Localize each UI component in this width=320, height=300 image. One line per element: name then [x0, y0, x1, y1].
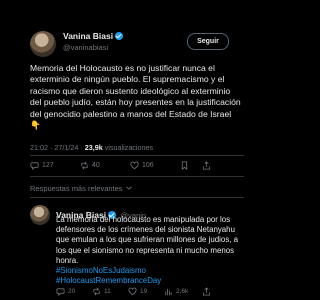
share-button[interactable]: [202, 287, 211, 296]
like-button[interactable]: 19: [128, 287, 164, 296]
replies-header-label: Respuestas más relevantes: [30, 184, 123, 193]
hashtag-link[interactable]: #HolocaustRemembranceDay: [56, 276, 244, 286]
tweet-actions: 127 40 106: [30, 161, 230, 170]
repost-count: 40: [92, 162, 100, 169]
reply-author-avatar[interactable]: [30, 205, 50, 225]
hashtag-link[interactable]: #SionismoNoEsJudaismo: [56, 266, 244, 276]
like-count: 19: [140, 288, 148, 295]
like-button[interactable]: 106: [130, 161, 180, 170]
reply-count: 127: [42, 162, 54, 169]
reply-icon: [30, 162, 39, 170]
reply-text: La memoria del holocausto es manipulada …: [56, 215, 244, 286]
share-icon: [202, 287, 211, 296]
author-block: Vanina Biasi @vaninabiasi: [63, 31, 124, 52]
tweet-text: Memoria del Holocausto es no justificar …: [30, 63, 241, 131]
divider: [30, 197, 244, 198]
repost-icon: [81, 161, 88, 170]
repost-icon: [93, 287, 100, 296]
reply-count: 20: [68, 288, 76, 295]
author-name-text: Vanina Biasi: [63, 31, 114, 41]
reply-icon: [56, 288, 65, 296]
reply-body: La memoria del holocausto es manipulada …: [56, 215, 239, 265]
repost-button[interactable]: 40: [80, 161, 130, 170]
tweet-meta: 21:02 · 27/1/24 · 23,9k visualizaciones: [30, 143, 153, 152]
bookmark-button[interactable]: [180, 161, 202, 170]
like-count: 106: [142, 162, 154, 169]
reply-button[interactable]: 20: [56, 287, 92, 296]
tweet-timestamp[interactable]: 21:02 · 27/1/24 ·: [30, 143, 85, 152]
bookmark-icon: [181, 161, 188, 170]
views-icon: [165, 288, 172, 296]
divider: [30, 155, 244, 156]
heart-icon: [130, 161, 139, 170]
chevron-down-icon: [125, 186, 132, 190]
author-avatar[interactable]: [30, 31, 56, 57]
view-count: 23,9k: [84, 143, 103, 152]
share-icon: [202, 161, 211, 170]
repost-count: 11: [104, 288, 111, 295]
verified-badge-icon: [115, 32, 124, 40]
repost-button[interactable]: 11: [92, 287, 128, 296]
reply-button[interactable]: 127: [30, 161, 80, 170]
views-label: visualizaciones: [102, 143, 154, 152]
divider: [30, 176, 244, 177]
author-handle[interactable]: @vaninabiasi: [63, 43, 123, 52]
follow-button[interactable]: Seguir: [187, 33, 229, 50]
views-count: 2,6k: [176, 288, 189, 295]
reply-actions: 20 11 19 2,6k: [56, 287, 236, 296]
share-button[interactable]: [202, 161, 211, 170]
author-name[interactable]: Vanina Biasi: [63, 31, 124, 41]
replies-header[interactable]: Respuestas más relevantes: [30, 184, 133, 193]
views-button[interactable]: 2,6k: [164, 287, 202, 296]
heart-icon: [128, 287, 137, 296]
